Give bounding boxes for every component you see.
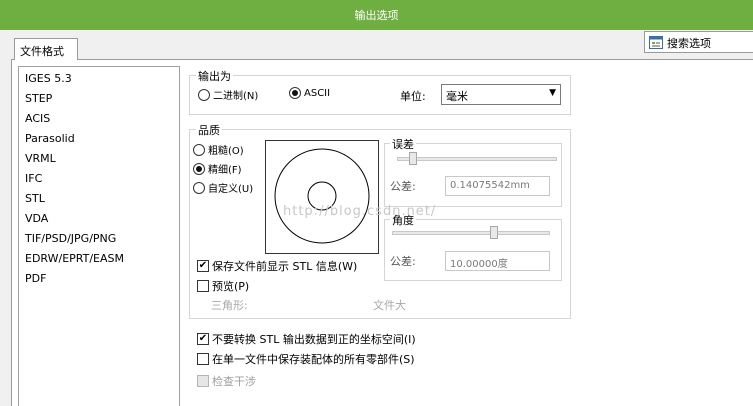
show-stl-info-checkbox[interactable]: ✔ 保存文件前显示 STL 信息(W) [197, 258, 357, 274]
deviation-tolerance-label: 公差: [390, 180, 416, 193]
ascii-radio[interactable]: ASCII [289, 87, 330, 99]
deviation-tolerance-field[interactable]: 0.14075542mm [445, 176, 550, 196]
preview-rings-graphic [274, 148, 370, 244]
custom-radio[interactable]: 自定义(U) [193, 180, 253, 195]
quality-preview [265, 140, 379, 254]
unit-select[interactable]: 毫米 ▼ [441, 84, 561, 105]
ascii-radio-label: ASCII [304, 87, 331, 99]
ascii-radio-circle[interactable] [289, 87, 301, 99]
format-list: IGES 5.3 STEP ACIS Parasolid VRML IFC ST… [18, 66, 180, 406]
show-stl-info-box[interactable]: ✔ [197, 260, 209, 272]
deviation-title: 误差 [390, 136, 416, 152]
search-options-icon [649, 36, 663, 49]
format-item[interactable]: PDF [19, 269, 179, 289]
format-item[interactable]: Parasolid [19, 129, 179, 149]
file-size-label: 文件大 [373, 299, 406, 312]
format-item[interactable]: TIF/PSD/JPG/PNG [19, 229, 179, 249]
angle-slider[interactable] [392, 226, 550, 240]
check-interference-label: 检查干涉 [212, 375, 256, 388]
window-title: 输出选项 [354, 9, 399, 22]
no-translate-label: 不要转换 STL 输出数据到正的坐标空间(I) [212, 333, 416, 346]
no-translate-box[interactable]: ✔ [197, 333, 209, 345]
angle-tolerance-field[interactable]: 10.00000度 [445, 251, 550, 271]
save-single-file-checkbox[interactable]: 在单一文件中保存装配体的所有零部件(S) [197, 351, 415, 367]
save-single-file-label: 在单一文件中保存装配体的所有零部件(S) [212, 353, 415, 366]
fine-radio-label: 精细(F) [208, 165, 242, 176]
fine-radio-circle[interactable] [193, 162, 205, 175]
chevron-down-icon: ▼ [549, 88, 556, 98]
format-item[interactable]: VRML [19, 149, 179, 169]
watermark-text: http://blog.csdn.net/ [283, 204, 437, 219]
format-item[interactable]: ACIS [19, 109, 179, 129]
preview-checkbox[interactable]: 预览(P) [197, 278, 249, 294]
binary-radio-label: 二进制(N) [213, 91, 259, 102]
triangles-label: 三角形: [211, 299, 248, 312]
binary-radio[interactable]: 二进制(N) [198, 87, 258, 102]
coarse-radio-label: 粗糙(O) [208, 146, 244, 157]
angle-tolerance-label: 公差: [390, 255, 416, 268]
fine-radio[interactable]: 精细(F) [193, 161, 242, 176]
format-item[interactable]: STL [19, 189, 179, 209]
check-interference-box[interactable] [197, 375, 209, 387]
unit-select-value: 毫米 [446, 90, 468, 103]
output-as-title: 输出为 [196, 68, 233, 84]
unit-label: 单位: [400, 90, 426, 103]
show-stl-info-label: 保存文件前显示 STL 信息(W) [212, 260, 358, 273]
tab-file-format[interactable]: 文件格式 [14, 38, 78, 60]
format-item[interactable]: EDRW/EPRT/EASM [19, 249, 179, 269]
preview-label: 预览(P) [212, 280, 250, 293]
format-item[interactable]: STEP [19, 89, 179, 109]
format-item[interactable]: VDA [19, 209, 179, 229]
custom-radio-label: 自定义(U) [208, 184, 254, 195]
no-translate-checkbox[interactable]: ✔ 不要转换 STL 输出数据到正的坐标空间(I) [197, 331, 416, 347]
angle-slider-track [392, 231, 550, 235]
coarse-radio-circle[interactable] [193, 143, 205, 156]
angle-slider-thumb[interactable] [490, 226, 498, 239]
search-options-button[interactable]: 搜索选项 [644, 31, 753, 53]
format-item[interactable]: IGES 5.3 [19, 69, 179, 89]
custom-radio-circle[interactable] [193, 181, 205, 194]
deviation-slider[interactable] [397, 152, 557, 166]
format-item[interactable]: IFC [19, 169, 179, 189]
deviation-slider-track [397, 157, 557, 161]
save-single-file-box[interactable] [197, 353, 209, 365]
coarse-radio[interactable]: 粗糙(O) [193, 142, 244, 157]
quality-title: 品质 [196, 122, 222, 138]
preview-box[interactable] [197, 280, 209, 292]
title-bar: 输出选项 [0, 0, 753, 30]
search-options-label: 搜索选项 [667, 37, 711, 50]
deviation-slider-thumb[interactable] [409, 152, 417, 165]
binary-radio-circle[interactable] [198, 88, 210, 101]
check-interference-checkbox[interactable]: 检查干涉 [197, 373, 256, 389]
